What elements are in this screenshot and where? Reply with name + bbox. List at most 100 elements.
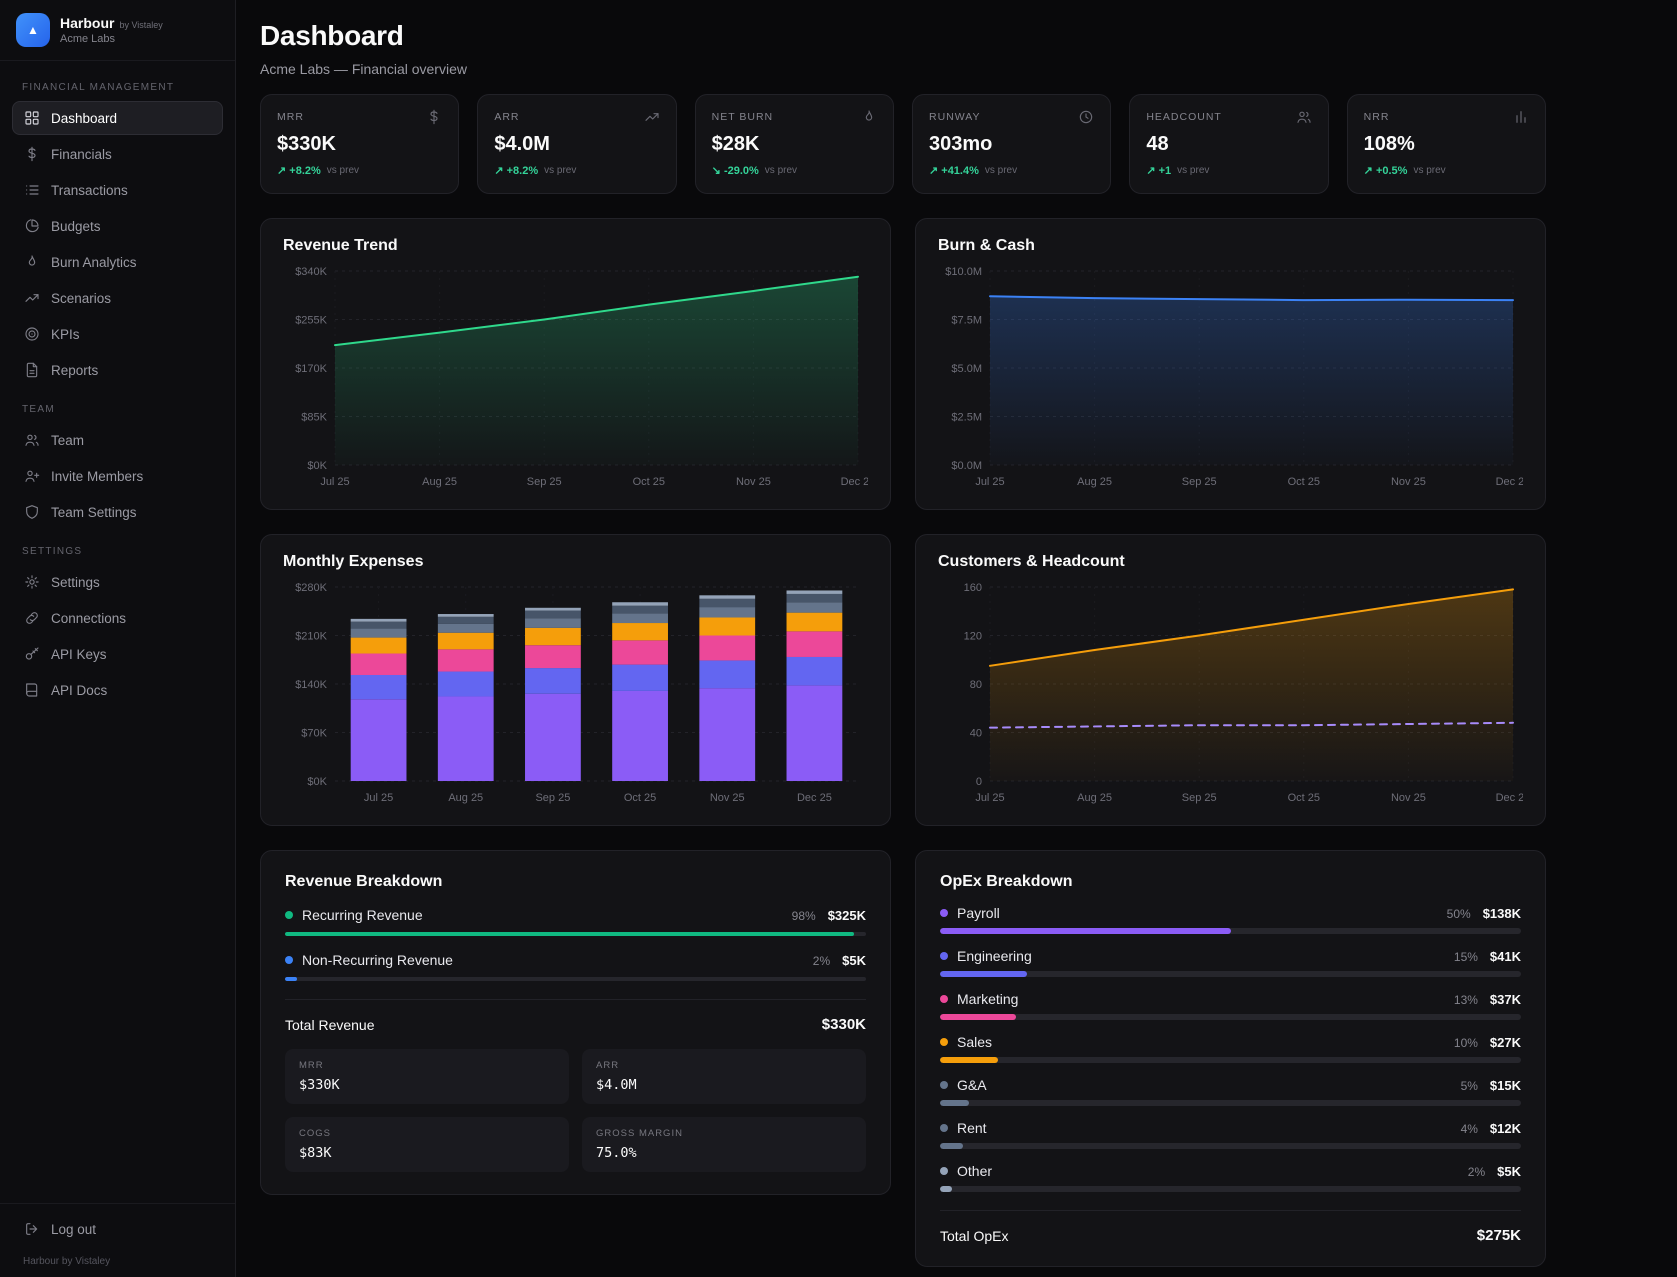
breakdown-name: Sales [957,1034,992,1050]
svg-text:Nov 25: Nov 25 [710,792,745,804]
svg-text:Nov 25: Nov 25 [1391,792,1426,804]
sidebar-item-transactions[interactable]: Transactions [12,173,223,207]
sidebar-footer: Harbour by Vistaley [12,1248,223,1267]
kpi-value: 48 [1146,133,1311,156]
chart-title: Burn & Cash [938,237,1523,255]
dollar-icon [426,109,442,125]
progress-fill [940,1143,963,1149]
svg-text:Jul 25: Jul 25 [320,476,349,488]
sidebar: ▲ Harbour by Vistaley Acme Labs FINANCIA… [0,0,236,1277]
sidebar-item-kpis[interactable]: KPIs [12,317,223,351]
svg-text:$5.0M: $5.0M [951,363,982,375]
svg-text:Dec 25: Dec 25 [1496,476,1523,488]
progress-fill [940,1100,969,1106]
sidebar-item-connections[interactable]: Connections [12,601,223,635]
total-label: Total Revenue [285,1017,375,1033]
brand-name: Harbour [60,15,114,31]
progress-fill [940,1186,952,1192]
sidebar-item-team-settings[interactable]: Team Settings [12,495,223,529]
delta-suffix: vs prev [1413,165,1445,176]
kpi-delta: ↘ -29.0% vs prev [712,164,877,177]
kpi-label: ARR [494,111,519,123]
breakdown-row: Revenue Breakdown Recurring Revenue 98%$… [260,850,1546,1267]
chart-title: Monthly Expenses [283,553,868,571]
grid-icon [24,110,40,126]
customers-headcount-chart: 04080120160Jul 25Aug 25Sep 25Oct 25Nov 2… [938,575,1523,807]
svg-text:Oct 25: Oct 25 [1288,476,1320,488]
svg-text:$0.0M: $0.0M [951,460,982,472]
total-value: $330K [822,1016,866,1033]
total-opex-row: Total OpEx $275K [940,1210,1521,1244]
charts-row-1: Revenue Trend $0K$85K$170K$255K$340KJul … [260,218,1546,510]
sidebar-item-reports[interactable]: Reports [12,353,223,387]
sidebar-item-scenarios[interactable]: Scenarios [12,281,223,315]
progress-track [940,1143,1521,1149]
svg-text:$0K: $0K [307,460,327,472]
svg-text:Aug 25: Aug 25 [1077,792,1112,804]
svg-text:$10.0M: $10.0M [945,266,982,278]
svg-text:Oct 25: Oct 25 [633,476,665,488]
svg-text:160: 160 [964,582,982,594]
stat-label: COGS [299,1128,555,1139]
breakdown-name: Recurring Revenue [302,907,423,923]
delta-arrow: ↘ [712,165,721,177]
svg-text:Sep 25: Sep 25 [1182,476,1217,488]
svg-text:$7.5M: $7.5M [951,315,982,327]
sidebar-item-label: KPIs [51,327,80,342]
stat-value: $83K [299,1145,555,1161]
breakdown-pct: 98% [792,909,816,923]
breakdown-value: $5K [1497,1164,1521,1179]
sidebar-item-api-keys[interactable]: API Keys [12,637,223,671]
progress-track [940,971,1521,977]
sidebar-item-invite-members[interactable]: Invite Members [12,459,223,493]
stat-label: GROSS MARGIN [596,1128,852,1139]
breakdown-value: $27K [1490,1035,1521,1050]
sidebar-item-label: Invite Members [51,469,143,484]
progress-track [940,1186,1521,1192]
kpi-delta: ↗ +0.5% vs prev [1364,164,1529,177]
breakdown-name: G&A [957,1077,987,1093]
sidebar-item-label: Budgets [51,219,101,234]
key-icon [24,646,40,662]
progress-fill [285,932,854,936]
svg-text:$340K: $340K [295,266,327,278]
sidebar-item-financials[interactable]: Financials [12,137,223,171]
breakdown-name: Engineering [957,948,1032,964]
kpi-delta: ↗ +8.2% vs prev [494,164,659,177]
breakdown-value: $12K [1490,1121,1521,1136]
svg-text:Aug 25: Aug 25 [448,792,483,804]
kpi-label: NRR [1364,111,1390,123]
sidebar-item-settings[interactable]: Settings [12,565,223,599]
burn-cash-chart: $0.0M$2.5M$5.0M$7.5M$10.0MJul 25Aug 25Se… [938,259,1523,491]
dollar-icon [24,146,40,162]
sidebar-item-dashboard[interactable]: Dashboard [12,101,223,135]
sidebar-item-label: Settings [51,575,100,590]
breakdown-name: Rent [957,1120,987,1136]
breakdown-value: $138K [1483,906,1521,921]
breakdown-row-marketing: Marketing 13%$37K [940,991,1521,1020]
delta-suffix: vs prev [1177,165,1209,176]
customers-headcount-card: Customers & Headcount 04080120160Jul 25A… [915,534,1546,826]
clock-icon [1078,109,1094,125]
kpi-card-arr: ARR $4.0M ↗ +8.2% vs prev [477,94,676,194]
sidebar-item-team[interactable]: Team [12,423,223,457]
card-title: Revenue Breakdown [285,873,866,891]
sidebar-item-budgets[interactable]: Budgets [12,209,223,243]
breakdown-pct: 2% [813,954,830,968]
svg-text:Dec 25: Dec 25 [797,792,832,804]
monthly-expenses-chart: $0K$70K$140K$210K$280KJul 25Aug 25Sep 25… [283,575,868,807]
svg-text:Jul 25: Jul 25 [364,792,393,804]
svg-text:Aug 25: Aug 25 [1077,476,1112,488]
stat-box-arr: ARR $4.0M [582,1049,866,1104]
stat-box-mrr: MRR $330K [285,1049,569,1104]
stat-value: 75.0% [596,1145,852,1161]
sidebar-item-api-docs[interactable]: API Docs [12,673,223,707]
pie-chart-icon [24,218,40,234]
breakdown-row-recurring-revenue: Recurring Revenue 98%$325K [285,907,866,936]
kpi-label: RUNWAY [929,111,981,123]
svg-text:Nov 25: Nov 25 [1391,476,1426,488]
sidebar-item-burn-analytics[interactable]: Burn Analytics [12,245,223,279]
chart-title: Revenue Trend [283,237,868,255]
sidebar-bottom: Log out Harbour by Vistaley [0,1203,235,1277]
logout-button[interactable]: Log out [12,1212,223,1246]
